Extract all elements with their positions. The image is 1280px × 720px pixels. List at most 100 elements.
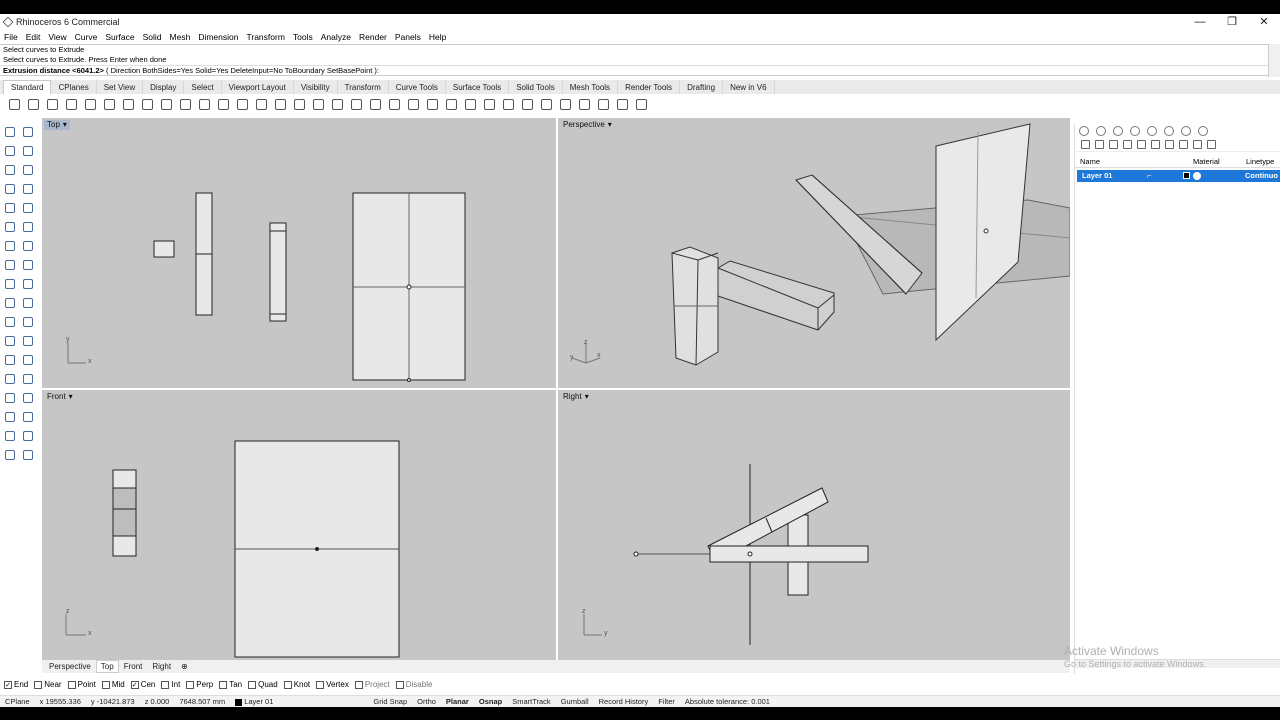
osnap-vertex[interactable]: Vertex	[316, 680, 349, 689]
layer-color-swatch[interactable]	[1183, 172, 1190, 179]
command-line[interactable]: Extrusion distance <6041.2> ( Direction …	[0, 65, 1268, 76]
tab-surface-tools[interactable]: Surface Tools	[446, 81, 510, 94]
menu-transform[interactable]: Transform	[242, 32, 288, 42]
tab-cplanes[interactable]: CPlanes	[51, 81, 97, 94]
osnap-point[interactable]: Point	[67, 680, 96, 689]
move-icon[interactable]	[347, 96, 365, 112]
print-icon[interactable]	[62, 96, 80, 112]
osnap-tan[interactable]: Tan	[219, 680, 242, 689]
undo-icon[interactable]	[157, 96, 175, 112]
properties-tab-icon[interactable]	[1079, 126, 1089, 136]
select-arrow-icon[interactable]	[2, 124, 18, 140]
status-cplane[interactable]: CPlane	[0, 697, 35, 706]
paste-icon[interactable]	[138, 96, 156, 112]
polygon-icon[interactable]	[2, 200, 18, 216]
render-object-icon[interactable]	[2, 447, 18, 463]
tab-select[interactable]: Select	[184, 81, 222, 94]
viewport-tab-front[interactable]: Front	[119, 660, 148, 673]
help-tab-icon[interactable]	[1130, 126, 1140, 136]
arc-icon[interactable]	[2, 181, 18, 197]
viewport-label-top[interactable]: Top ▾	[44, 120, 70, 130]
viewport-tab-perspective[interactable]: Perspective	[44, 660, 96, 673]
add-viewport-icon[interactable]: ⊕	[176, 660, 193, 673]
menu-render[interactable]: Render	[355, 32, 391, 42]
dimension-icon[interactable]	[20, 390, 36, 406]
osnap-project[interactable]: Project	[354, 680, 390, 689]
status-osnap[interactable]: Osnap	[474, 697, 507, 706]
save-icon[interactable]	[43, 96, 61, 112]
scale-icon[interactable]	[20, 352, 36, 368]
ellipse-icon[interactable]	[20, 162, 36, 178]
cplane-icon[interactable]	[328, 96, 346, 112]
mesh-icon[interactable]	[20, 257, 36, 273]
column-name[interactable]: Name	[1080, 157, 1100, 166]
zoom-dynamic-icon[interactable]	[214, 96, 232, 112]
shaded-sphere-icon[interactable]	[518, 96, 536, 112]
check-icon[interactable]	[20, 428, 36, 444]
menu-mesh[interactable]: Mesh	[166, 32, 195, 42]
tab-solid-tools[interactable]: Solid Tools	[509, 81, 563, 94]
hide-objects-icon[interactable]	[385, 96, 403, 112]
move-to-parent-icon[interactable]	[1151, 140, 1160, 149]
point-icon[interactable]	[20, 124, 36, 140]
lock-icon[interactable]: ⌐	[1147, 171, 1151, 180]
status-smarttrack[interactable]: SmartTrack	[507, 697, 555, 706]
offset-icon[interactable]	[2, 333, 18, 349]
menu-edit[interactable]: Edit	[22, 32, 45, 42]
viewport-label-perspective[interactable]: Perspective ▾	[560, 120, 615, 130]
curve-icon[interactable]	[20, 143, 36, 159]
menu-panels[interactable]: Panels	[391, 32, 425, 42]
extrude-icon[interactable]	[20, 219, 36, 235]
array-icon[interactable]	[20, 333, 36, 349]
zoom-window-icon[interactable]	[233, 96, 251, 112]
color-wheel-icon[interactable]	[480, 96, 498, 112]
material-icon[interactable]	[1193, 172, 1201, 180]
status-ortho[interactable]: Ortho	[412, 697, 441, 706]
wireframe-sphere-icon[interactable]	[499, 96, 517, 112]
tab-curve-tools[interactable]: Curve Tools	[389, 81, 446, 94]
pan-icon[interactable]	[176, 96, 194, 112]
rotate-view-icon[interactable]	[195, 96, 213, 112]
chevron-down-icon[interactable]: ▾	[69, 392, 73, 402]
osnap-near[interactable]: Near	[34, 680, 62, 689]
viewport-label-right[interactable]: Right ▾	[560, 392, 592, 402]
box-icon[interactable]	[2, 238, 18, 254]
viewport-tab-top[interactable]: Top	[95, 660, 119, 673]
rendered-sphere-icon[interactable]	[537, 96, 555, 112]
folder-tab-icon[interactable]	[1147, 126, 1157, 136]
tab-mesh-tools[interactable]: Mesh Tools	[563, 81, 619, 94]
status-filter[interactable]: Filter	[653, 697, 680, 706]
tools-icon[interactable]	[1193, 140, 1202, 149]
tab-visibility[interactable]: Visibility	[294, 81, 338, 94]
render-icon[interactable]	[556, 96, 574, 112]
explode-icon[interactable]	[20, 276, 36, 292]
new-file-icon[interactable]	[5, 96, 23, 112]
osnap-int[interactable]: Int	[161, 680, 180, 689]
menu-help[interactable]: Help	[425, 32, 450, 42]
osnap-knot[interactable]: Knot	[283, 680, 310, 689]
rectangle-icon[interactable]	[20, 181, 36, 197]
status-gumball[interactable]: Gumball	[556, 697, 594, 706]
gumball-icon[interactable]	[20, 409, 36, 425]
split-icon[interactable]	[20, 295, 36, 311]
named-views-tab-icon[interactable]	[1164, 126, 1174, 136]
trim-icon[interactable]	[2, 295, 18, 311]
column-material[interactable]: Material	[1193, 157, 1220, 166]
select-all-icon[interactable]	[366, 96, 384, 112]
tab-viewport-layout[interactable]: Viewport Layout	[222, 81, 294, 94]
status-planar[interactable]: Planar	[441, 697, 474, 706]
globe-icon[interactable]	[613, 96, 631, 112]
cut-icon[interactable]	[100, 96, 118, 112]
grid-icon[interactable]	[2, 409, 18, 425]
chevron-down-icon[interactable]: ▾	[63, 120, 67, 130]
osnap-quad[interactable]: Quad	[248, 680, 278, 689]
show-objects-icon[interactable]	[404, 96, 422, 112]
light-icon[interactable]	[20, 447, 36, 463]
tab-render-tools[interactable]: Render Tools	[618, 81, 681, 94]
fillet-curve-icon[interactable]	[20, 200, 36, 216]
curve-tools-icon[interactable]	[594, 96, 612, 112]
menu-file[interactable]: File	[0, 32, 22, 42]
viewport-top[interactable]: y x Top ▾	[42, 118, 556, 388]
notifications-tab-icon[interactable]	[1181, 126, 1191, 136]
delete-layer-icon[interactable]	[1109, 140, 1118, 149]
